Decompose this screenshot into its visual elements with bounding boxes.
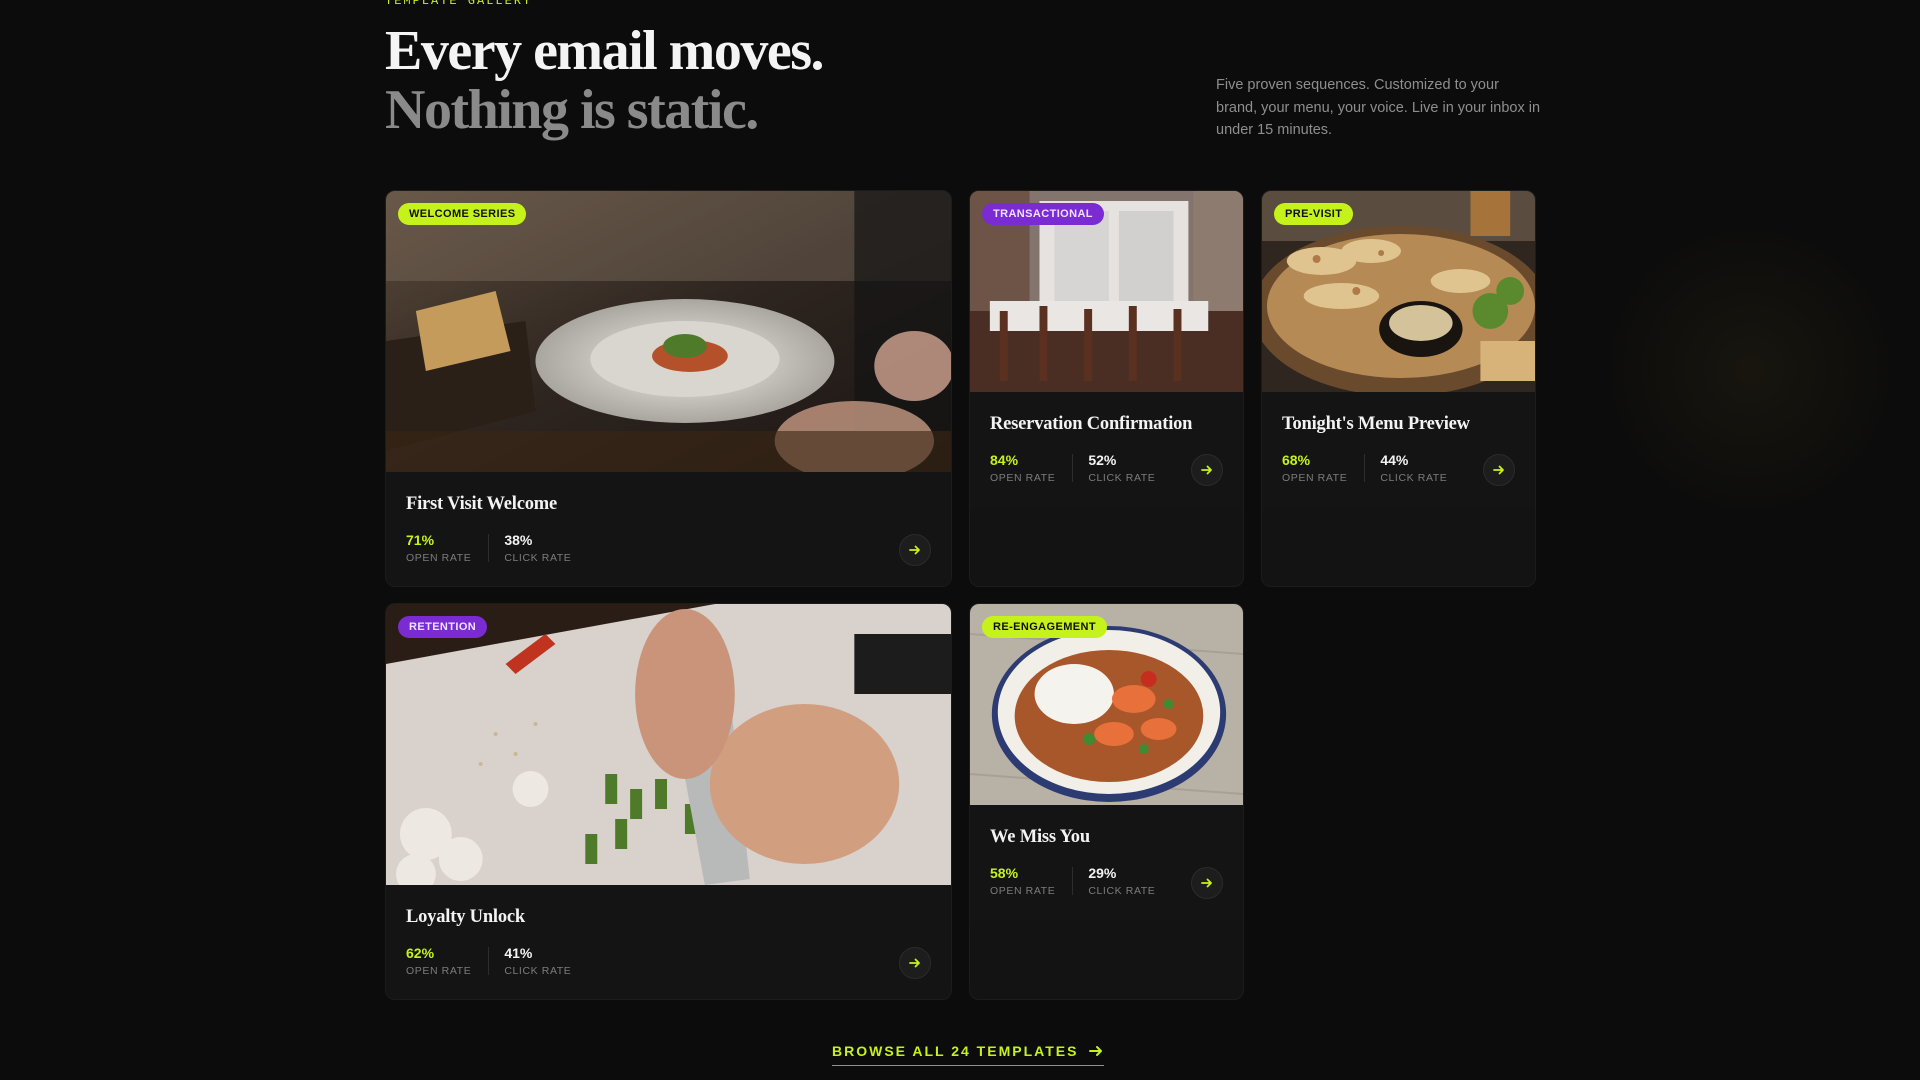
click-rate-value: 29% — [1088, 865, 1117, 881]
card-body: We Miss You 58% OPEN RATE 29% CLICK RATE — [970, 805, 1243, 921]
click-rate-stat: 29% CLICK RATE — [1088, 865, 1155, 898]
stat-divider — [1072, 454, 1074, 482]
card-badge: TRANSACTIONAL — [982, 203, 1104, 225]
stat-divider — [1364, 454, 1366, 482]
click-rate-stat: 44% CLICK RATE — [1380, 452, 1447, 485]
click-rate-value: 52% — [1088, 452, 1117, 468]
template-gallery-section: TEMPLATE GALLERY Every email moves. Noth… — [385, 0, 1540, 1080]
open-template-button[interactable] — [1191, 867, 1223, 899]
open-template-button[interactable] — [1191, 454, 1223, 486]
open-rate-label: OPEN RATE — [406, 965, 472, 977]
stat-divider — [1072, 867, 1074, 895]
section-description: Five proven sequences. Customized to you… — [1216, 77, 1541, 138]
template-card-loyalty-unlock[interactable]: RETENTION Loyalty Unlock 62% OPEN RATE 4… — [385, 603, 952, 1000]
click-rate-label: CLICK RATE — [1088, 885, 1156, 897]
open-rate-label: OPEN RATE — [990, 885, 1056, 897]
background-glow — [1600, 220, 1900, 520]
open-rate-stat: 71% OPEN RATE — [406, 532, 471, 565]
click-rate-stat: 41% CLICK RATE — [504, 945, 571, 978]
open-rate-value: 68% — [1282, 452, 1311, 468]
card-body: First Visit Welcome 71% OPEN RATE 38% CL… — [386, 472, 951, 586]
card-badge: RE-ENGAGEMENT — [982, 616, 1107, 638]
card-stats: 62% OPEN RATE 41% CLICK RATE — [406, 945, 571, 978]
card-body: Tonight's Menu Preview 68% OPEN RATE 44%… — [1262, 392, 1535, 508]
card-stats: 58% OPEN RATE 29% CLICK RATE — [990, 865, 1155, 898]
click-rate-stat: 38% CLICK RATE — [504, 532, 571, 565]
click-rate-value: 44% — [1380, 452, 1409, 468]
open-rate-value: 62% — [406, 945, 435, 961]
open-rate-label: OPEN RATE — [1282, 472, 1348, 484]
arrow-right-icon — [1493, 465, 1504, 475]
open-template-button[interactable] — [899, 534, 931, 566]
card-badge: PRE-VISIT — [1274, 203, 1354, 225]
section-eyebrow: TEMPLATE GALLERY — [385, 0, 533, 8]
click-rate-label: CLICK RATE — [1088, 472, 1156, 484]
click-rate-value: 41% — [504, 945, 533, 961]
card-stats: 84% OPEN RATE 52% CLICK RATE — [990, 452, 1155, 485]
stat-divider — [488, 947, 490, 975]
click-rate-stat: 52% CLICK RATE — [1088, 452, 1155, 485]
browse-all-label: BROWSE ALL 24 TEMPLATES — [832, 1043, 1079, 1059]
arrow-right-icon — [1089, 1046, 1103, 1056]
click-rate-label: CLICK RATE — [504, 552, 572, 564]
card-badge: RETENTION — [398, 616, 488, 638]
open-rate-label: OPEN RATE — [990, 472, 1056, 484]
card-stats: 68% OPEN RATE 44% CLICK RATE — [1282, 452, 1447, 485]
headline-line-2: Nothing is static. — [385, 79, 759, 141]
open-rate-stat: 62% OPEN RATE — [406, 945, 471, 978]
open-rate-stat: 68% OPEN RATE — [1282, 452, 1347, 485]
arrow-right-icon — [1201, 878, 1212, 888]
card-title: Loyalty Unlock — [406, 907, 526, 927]
headline-line-1: Every email moves. — [385, 20, 824, 82]
click-rate-label: CLICK RATE — [1380, 472, 1448, 484]
arrow-right-icon — [909, 545, 920, 555]
open-rate-value: 84% — [990, 452, 1019, 468]
card-image-chopping-vegetables — [386, 604, 951, 885]
arrow-right-icon — [1201, 465, 1212, 475]
card-body: Reservation Confirmation 84% OPEN RATE 5… — [970, 392, 1243, 508]
click-rate-value: 38% — [504, 532, 533, 548]
open-template-button[interactable] — [899, 947, 931, 979]
card-badge: WELCOME SERIES — [398, 203, 527, 225]
open-rate-stat: 58% OPEN RATE — [990, 865, 1055, 898]
card-title: We Miss You — [990, 827, 1090, 847]
template-card-first-visit-welcome[interactable]: WELCOME SERIES First Visit Welcome 71% O… — [385, 190, 952, 587]
template-card-reservation-confirmation[interactable]: TRANSACTIONAL Reservation Confirmation 8… — [969, 190, 1244, 587]
template-card-tonights-menu-preview[interactable]: PRE-VISIT Tonight's Menu Preview 68% OPE… — [1261, 190, 1536, 587]
browse-all-templates-link[interactable]: BROWSE ALL 24 TEMPLATES — [832, 1043, 1105, 1066]
open-rate-stat: 84% OPEN RATE — [990, 452, 1055, 485]
section-headline: Every email moves. Nothing is static. — [385, 20, 824, 141]
card-title: First Visit Welcome — [406, 494, 558, 514]
card-stats: 71% OPEN RATE 38% CLICK RATE — [406, 532, 571, 565]
card-title: Reservation Confirmation — [990, 414, 1193, 434]
open-template-button[interactable] — [1483, 454, 1515, 486]
stat-divider — [488, 534, 490, 562]
card-title: Tonight's Menu Preview — [1282, 414, 1470, 434]
open-rate-value: 71% — [406, 532, 435, 548]
open-rate-value: 58% — [990, 865, 1019, 881]
card-body: Loyalty Unlock 62% OPEN RATE 41% CLICK R… — [386, 885, 951, 999]
arrow-right-icon — [909, 958, 920, 968]
click-rate-label: CLICK RATE — [504, 965, 572, 977]
card-image-plated-dish — [386, 191, 951, 472]
template-card-we-miss-you[interactable]: RE-ENGAGEMENT We Miss You 58% OPEN RATE … — [969, 603, 1244, 1000]
open-rate-label: OPEN RATE — [406, 552, 472, 564]
